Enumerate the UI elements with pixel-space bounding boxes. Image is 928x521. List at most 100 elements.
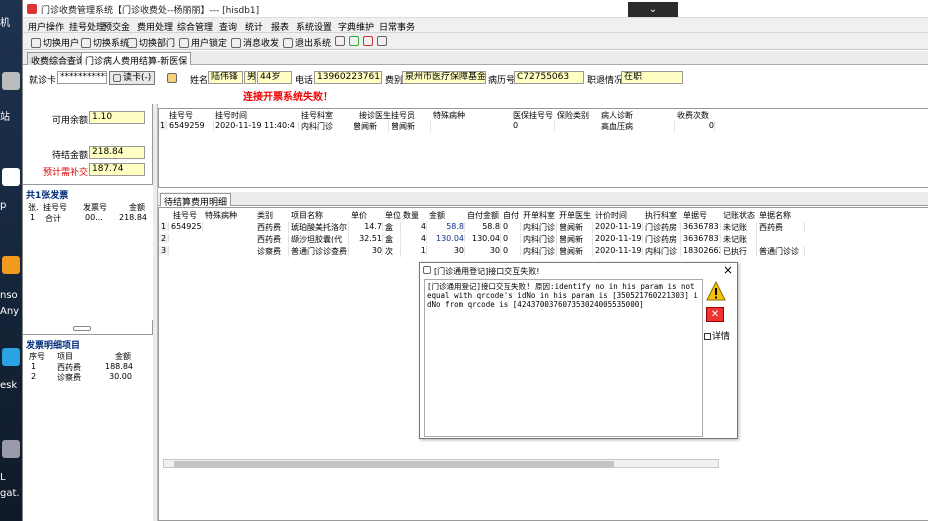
table-row[interactable]: 2 西药费 缬沙坦胶囊(代 32.51 盒 4 130.04 130.04 0 … xyxy=(159,234,809,245)
invoice-col-amount: 金额 xyxy=(129,203,145,212)
read-card-label: 读卡(-) xyxy=(123,73,152,83)
detail-row-item: 诊察费 xyxy=(57,373,81,382)
switch-department-button[interactable]: 切换部门 xyxy=(127,36,175,49)
help-tool-button[interactable] xyxy=(335,36,347,47)
table-cell: 2020-11-19 11:40:4 xyxy=(215,121,299,130)
table-cell: 门诊药房 xyxy=(645,234,681,245)
age-field[interactable]: 44岁 xyxy=(257,71,292,84)
table-row[interactable]: 1 6549259 2020-11-19 11:40:4 内科门诊 曾闻新 曾闻… xyxy=(159,121,719,132)
table-cell: 内科门诊 xyxy=(645,246,681,257)
tab-pending-fees[interactable]: 待结算费用明细 xyxy=(160,193,232,208)
invoice-detail-header: 发票明细项目 xyxy=(26,341,81,351)
details-checkbox[interactable]: 详情 xyxy=(704,329,730,342)
menu-user-ops[interactable]: 用户操作 xyxy=(28,20,64,33)
fee-col: 计价时间 xyxy=(595,211,627,220)
splitter-handle-icon[interactable] xyxy=(73,326,91,331)
menu-comprehensive[interactable]: 综合管理 xyxy=(177,20,213,33)
table-cell: 盒 xyxy=(385,234,401,245)
switch-system-button[interactable]: 切换系统 xyxy=(81,36,129,49)
reg-col: 收费次数 xyxy=(677,111,709,120)
exit-system-button[interactable]: 退出系统 xyxy=(283,36,331,49)
table-cell: 高血压病 xyxy=(601,121,675,132)
fee-col: 数量 xyxy=(403,211,419,220)
table-cell: 西药费 xyxy=(759,222,805,233)
table-cell: 普通门诊诊 xyxy=(759,246,805,257)
fee-type-field[interactable]: 泉州市医疗保障基金 xyxy=(402,71,486,84)
switch-department-label: 切换部门 xyxy=(139,39,176,49)
tool-button[interactable] xyxy=(349,36,361,47)
table-cell: 3636783 xyxy=(683,234,721,243)
menu-query[interactable]: 查询 xyxy=(219,20,237,33)
patient-info-panel: 就诊卡 ************ 读卡(-) 姓名 陆伟锋 男 44岁 电话 1… xyxy=(23,66,928,104)
search-icon[interactable] xyxy=(167,73,177,83)
menu-system-settings[interactable]: 系统设置 xyxy=(296,20,332,33)
job-status-field[interactable]: 在职 xyxy=(621,71,683,84)
record-label: 病历号 xyxy=(488,76,516,86)
tool-button[interactable] xyxy=(363,36,375,47)
toolbar: 切换用户 切换系统 切换部门 用户锁定 消息收发 退出系统 xyxy=(23,33,928,50)
checkbox-icon[interactable] xyxy=(704,333,711,340)
menu-registration[interactable]: 挂号处理 xyxy=(69,20,105,33)
table-cell: 0 xyxy=(513,121,555,130)
reg-col: 挂号科室 xyxy=(301,111,333,120)
phone-label: 电话 xyxy=(295,76,314,86)
phone-field[interactable]: 13960223761 xyxy=(314,71,382,84)
tool-icon xyxy=(377,36,387,46)
app-icon[interactable] xyxy=(2,440,20,458)
record-number-field[interactable]: C72755063 xyxy=(514,71,584,84)
recycle-bin-icon[interactable] xyxy=(2,72,20,90)
error-close-icon[interactable]: ✕ xyxy=(706,307,724,322)
error-message-box[interactable]: [门诊通用登记]接口交互失败! 原因:identify no in his pa… xyxy=(424,279,703,437)
estimated-payment-field[interactable]: 187.74 xyxy=(89,163,145,176)
desktop-label: nso xyxy=(0,290,18,301)
table-cell: 1 xyxy=(403,246,427,255)
main-window: 门诊收费管理系统【门诊收费处--杨丽丽】--- [hisdb1] ⌄ 用户操作 … xyxy=(22,0,928,521)
available-balance-field[interactable]: 1.10 xyxy=(89,111,145,124)
dialog-close-button[interactable]: × xyxy=(723,263,733,277)
lock-user-button[interactable]: 用户锁定 xyxy=(179,36,227,49)
tab-fee-query[interactable]: 收费综合查询 xyxy=(27,52,90,67)
table-row[interactable]: 1 6549259 西药费 琥珀酸美托洛尔 14.7 盒 4 58.8 58.8… xyxy=(159,222,809,233)
menu-reports[interactable]: 报表 xyxy=(271,20,289,33)
todesk-icon[interactable] xyxy=(2,348,20,366)
registration-grid-header: 挂号号 挂号时间 挂号科室 接诊医生 挂号员 特殊病种 医保挂号号 保险类别 病… xyxy=(159,110,928,120)
title-bar[interactable]: 门诊收费管理系统【门诊收费处--杨丽丽】--- [hisdb1] ⌄ xyxy=(23,0,928,18)
table-cell: 14.7 xyxy=(351,222,383,231)
fee-grid-header: 挂号号 特殊病种 类别 项目名称 单价 单位 数量 金额 自付金额 自付 开单科… xyxy=(159,210,928,220)
table-row[interactable]: 3 诊察费 普通门诊诊查费 30 次 1 30 30 0 内科门诊 曾闻新 20… xyxy=(159,246,809,257)
details-label: 详情 xyxy=(712,332,731,342)
tab-outpatient-settlement[interactable]: 门诊病人费用结算-新医保 xyxy=(81,52,192,67)
scrollbar-thumb[interactable] xyxy=(174,461,614,467)
pending-amount-label: 待结金额 xyxy=(52,151,89,161)
gender-field[interactable]: 男 xyxy=(244,71,256,84)
name-field[interactable]: 陆伟锋 xyxy=(208,71,243,84)
switch-user-button[interactable]: 切换用户 xyxy=(31,36,79,49)
window-dropdown-button[interactable]: ⌄ xyxy=(628,2,678,17)
detail-row-no: 1 xyxy=(31,362,37,371)
fee-col: 自付 xyxy=(503,211,519,220)
menu-statistics[interactable]: 统计 xyxy=(245,20,263,33)
horizontal-scrollbar[interactable] xyxy=(163,459,719,468)
menu-deposit[interactable]: 预交金 xyxy=(103,20,130,33)
table-cell: 2020-11-19 xyxy=(595,246,643,255)
app-icon[interactable] xyxy=(2,168,20,186)
table-cell: 2020-11-19 xyxy=(595,222,643,231)
table-cell: 曾闻新 xyxy=(559,222,593,233)
fee-col: 自付金额 xyxy=(467,211,499,220)
table-cell: 0 xyxy=(503,246,521,255)
anydesk-icon[interactable] xyxy=(2,256,20,274)
fee-col: 特殊病种 xyxy=(205,211,237,220)
detail-col-no: 序号 xyxy=(29,352,45,361)
table-cell: 30 xyxy=(351,246,383,255)
read-card-button[interactable]: 读卡(-) xyxy=(109,71,156,85)
card-number-field[interactable]: ************ xyxy=(57,71,107,84)
pending-amount-field[interactable]: 218.84 xyxy=(89,146,145,159)
left-panel: 可用余额 1.10 待结金额 218.84 预计需补交 187.74 共1张发票… xyxy=(23,104,153,521)
tool-button[interactable] xyxy=(377,36,389,47)
menu-daily-affairs[interactable]: 日常事务 xyxy=(379,20,415,33)
desktop-label: gat. xyxy=(0,488,20,499)
messages-button[interactable]: 消息收发 xyxy=(231,36,279,49)
menu-dictionary[interactable]: 字典维护 xyxy=(338,20,374,33)
registration-grid: 挂号号 挂号时间 挂号科室 接诊医生 挂号员 特殊病种 医保挂号号 保险类别 病… xyxy=(158,108,928,188)
menu-fee-processing[interactable]: 费用处理 xyxy=(137,20,173,33)
